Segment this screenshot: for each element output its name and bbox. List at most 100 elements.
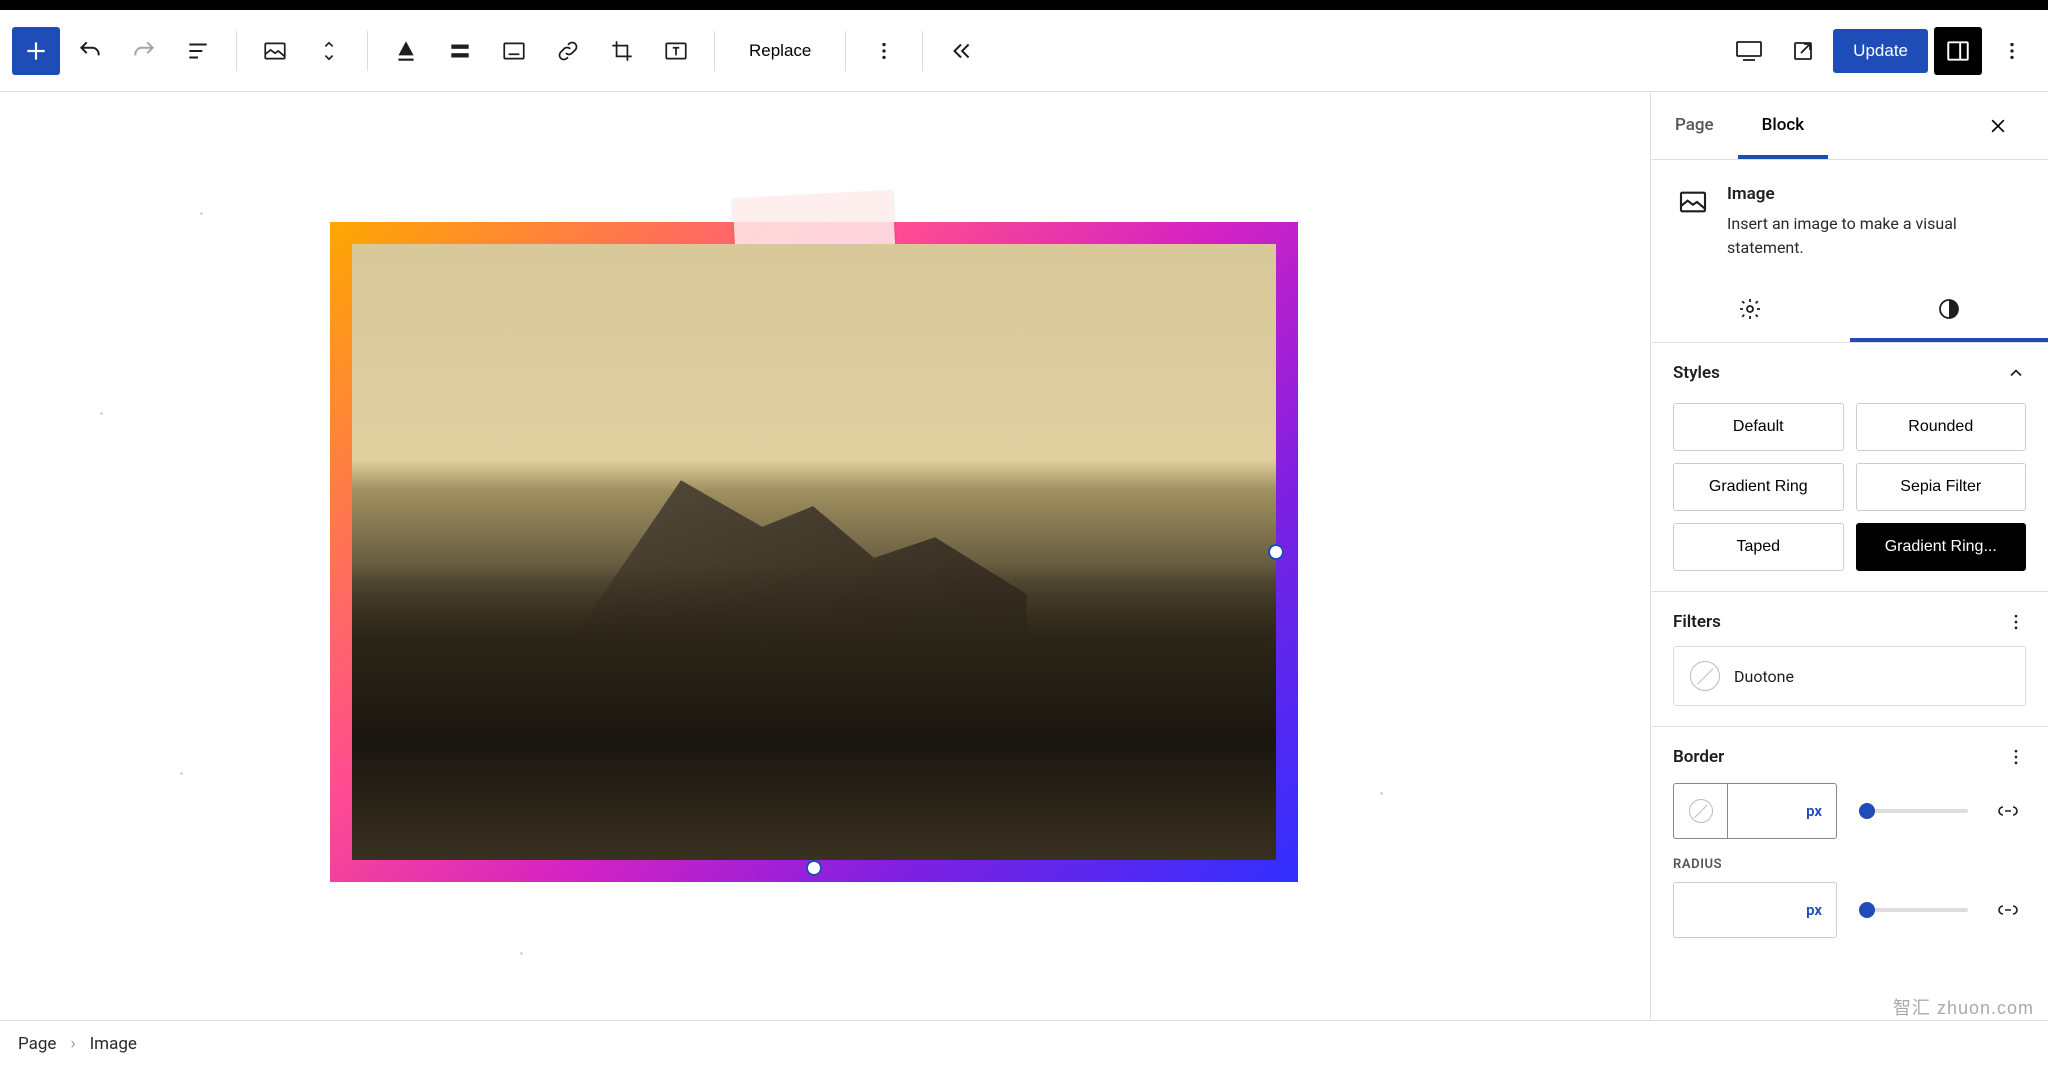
toolbar-separator [367,31,368,71]
redo-button[interactable] [120,27,168,75]
style-default[interactable]: Default [1673,403,1844,451]
link-button[interactable] [544,27,592,75]
sidebar-tabs: Page Block [1651,92,2048,160]
style-rounded[interactable]: Rounded [1856,403,2027,451]
filters-heading: Filters [1673,612,1721,632]
subtab-styles[interactable] [1850,280,2048,342]
breadcrumb-separator: › [70,1034,75,1054]
more-vertical-icon[interactable] [2006,612,2026,632]
view-button[interactable] [1725,27,1773,75]
block-description: Insert an image to make a visual stateme… [1727,212,2022,260]
breadcrumb-root[interactable]: Page [18,1034,56,1054]
editor-canvas[interactable] [0,92,1650,1020]
border-section: Border px RADIUS px [1651,727,2048,958]
gear-icon [1738,297,1762,321]
preview-button[interactable] [1779,27,1827,75]
radius-input[interactable]: px [1673,882,1837,938]
border-heading: Border [1673,747,1724,767]
chevron-double-left-icon [948,38,974,64]
resize-handle-bottom[interactable] [806,860,822,876]
window-chrome-top [0,0,2048,10]
top-toolbar: Replace Update [0,10,2048,92]
style-taped[interactable]: Taped [1673,523,1844,571]
tab-page[interactable]: Page [1651,93,1738,159]
breadcrumb-current[interactable]: Image [90,1034,137,1054]
document-overview-button[interactable] [174,27,222,75]
toolbar-separator [922,31,923,71]
style-gradient-ring-variant[interactable]: Gradient Ring... [1856,523,2027,571]
style-options: Default Rounded Gradient Ring Sepia Filt… [1673,403,2026,571]
replace-button[interactable]: Replace [729,41,831,61]
close-icon [1988,116,2008,136]
justify-button[interactable] [436,27,484,75]
close-sidebar-button[interactable] [1988,106,2028,146]
plus-icon [23,38,49,64]
image-icon [1677,186,1709,218]
radius-slider[interactable] [1859,908,1968,912]
more-vertical-icon [873,40,895,62]
toolbar-separator [236,31,237,71]
border-width-input[interactable]: px [1673,783,1837,839]
duotone-swatch-icon [1690,661,1720,691]
desktop-icon [1735,40,1763,62]
block-options-button[interactable] [860,27,908,75]
text-overlay-button[interactable] [652,27,700,75]
chevron-up-icon [2006,363,2026,383]
border-width-slider[interactable] [1859,809,1968,813]
more-vertical-icon[interactable] [2006,747,2026,767]
link-icon [1996,898,2020,922]
justify-icon [447,38,473,64]
tab-block[interactable]: Block [1738,93,1828,159]
text-overlay-icon [663,38,689,64]
border-color-picker[interactable] [1674,784,1728,838]
undo-button[interactable] [66,27,114,75]
radius-link-button[interactable] [1990,892,2026,928]
filters-section: Filters Duotone [1651,592,2048,727]
block-subtabs [1651,280,2048,343]
image-icon [262,38,288,64]
sidebar-icon [1945,38,1971,64]
image-block-button[interactable] [251,27,299,75]
duotone-button[interactable]: Duotone [1673,646,2026,706]
crop-button[interactable] [598,27,646,75]
editor-options-button[interactable] [1988,27,2036,75]
link-icon [1996,799,2020,823]
toolbar-separator [714,31,715,71]
link-icon [555,38,581,64]
image-content [352,244,1276,860]
styles-heading[interactable]: Styles [1673,363,2026,383]
contrast-icon [1937,297,1961,321]
align-button[interactable] [382,27,430,75]
crop-icon [609,38,635,64]
caption-icon [501,38,527,64]
watermark: 智汇 zhuon.com [1893,994,2034,1020]
update-button[interactable]: Update [1833,29,1928,73]
resize-handle-right[interactable] [1268,544,1284,560]
radius-unit-select[interactable]: px [1674,883,1836,937]
align-icon [393,38,419,64]
duotone-label: Duotone [1734,667,1794,686]
breadcrumb: Page › Image [0,1020,2048,1066]
block-info: Image Insert an image to make a visual s… [1651,160,2048,280]
external-link-icon [1791,39,1815,63]
subtab-settings[interactable] [1651,280,1850,342]
move-block-button[interactable] [305,27,353,75]
undo-icon [77,38,103,64]
caption-button[interactable] [490,27,538,75]
add-block-button[interactable] [12,27,60,75]
style-sepia-filter[interactable]: Sepia Filter [1856,463,2027,511]
radius-label: RADIUS [1673,857,2026,872]
style-gradient-ring[interactable]: Gradient Ring [1673,463,1844,511]
redo-icon [131,38,157,64]
image-block[interactable] [330,222,1298,882]
hide-toolbar-button[interactable] [937,27,985,75]
toolbar-separator [845,31,846,71]
border-link-button[interactable] [1990,793,2026,829]
block-title: Image [1727,184,2022,204]
more-vertical-icon [2001,40,2023,62]
settings-panel-toggle[interactable] [1934,27,1982,75]
list-view-icon [185,38,211,64]
settings-sidebar: Page Block Image Insert an image to make… [1650,92,2048,1020]
drag-icon [318,36,340,66]
border-unit-select[interactable]: px [1728,784,1836,838]
